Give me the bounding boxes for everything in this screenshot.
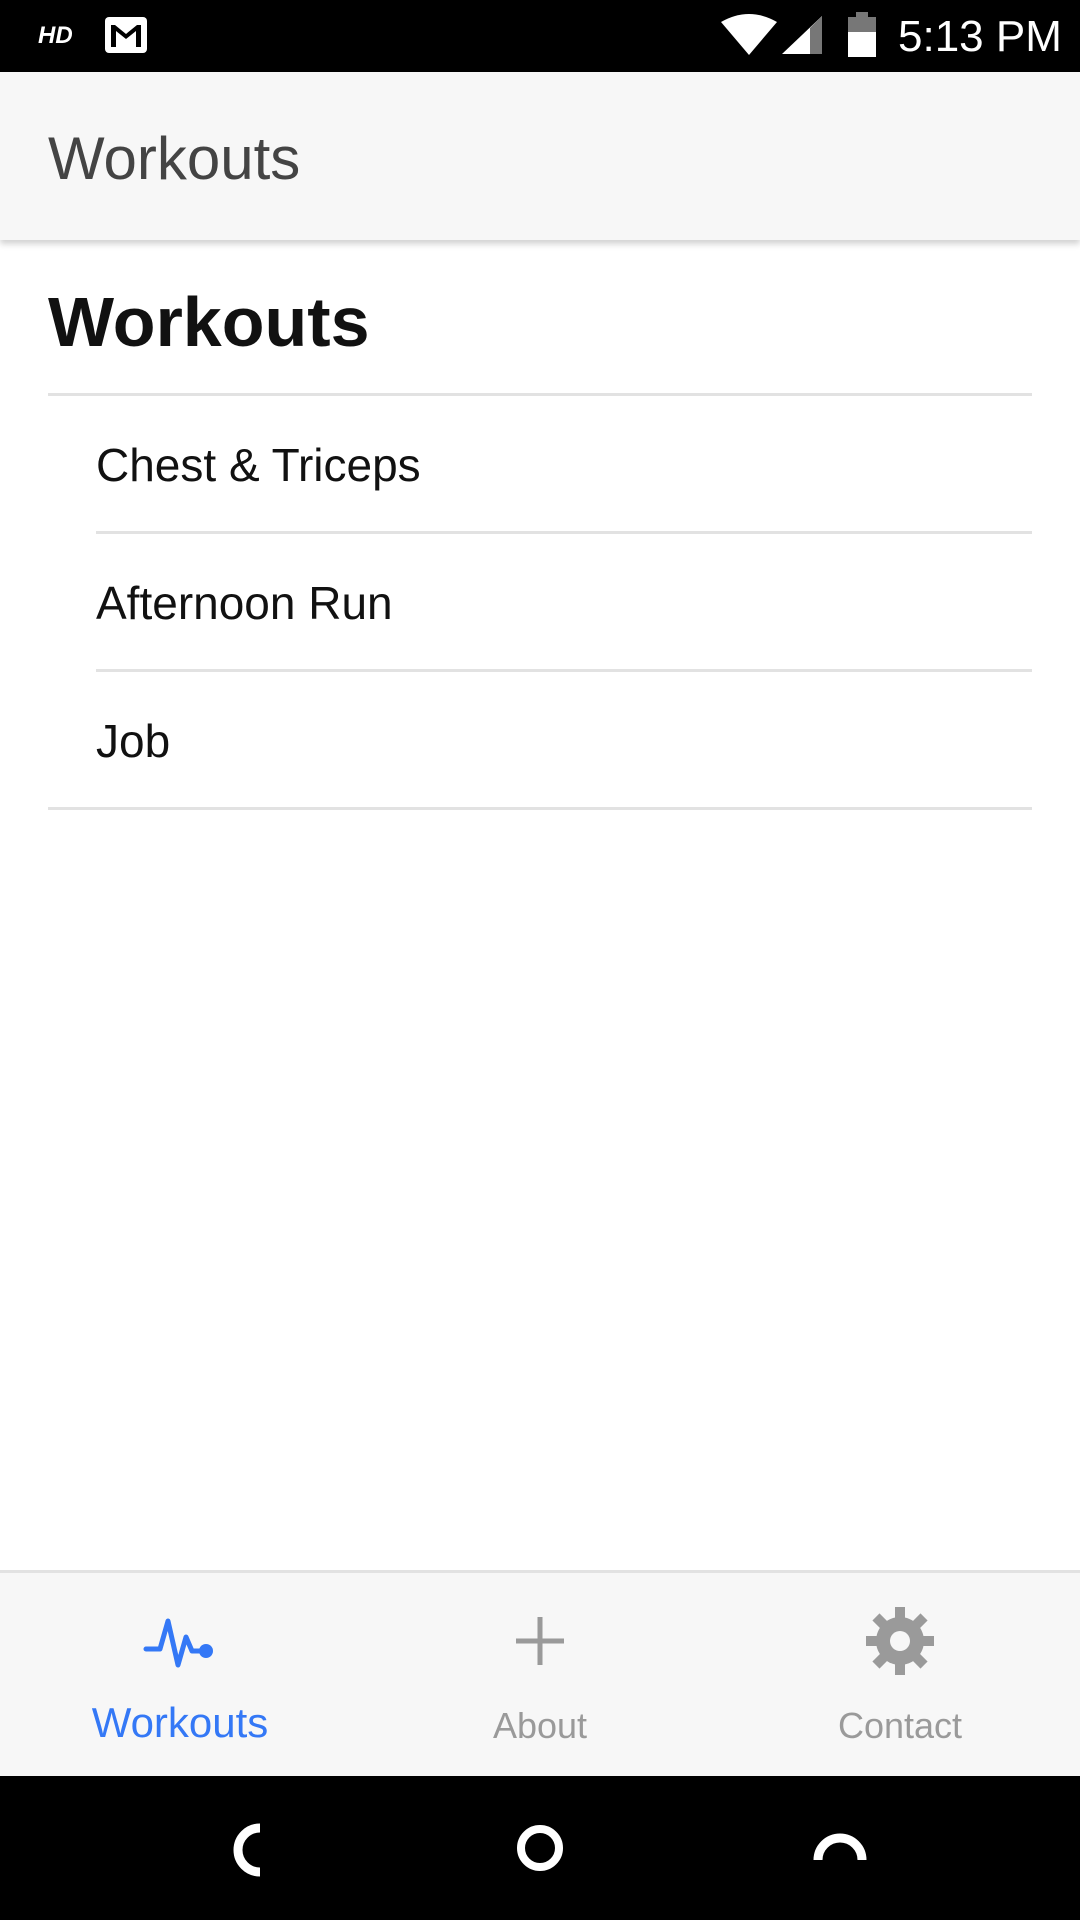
signal-icon bbox=[782, 16, 822, 54]
tab-label: About bbox=[492, 1705, 588, 1746]
bottom-tab-bar: Workouts About Contact bbox=[0, 1570, 1080, 1776]
recents-icon[interactable] bbox=[810, 1820, 870, 1880]
tab-label: Workouts bbox=[91, 1699, 269, 1746]
battery-icon bbox=[848, 12, 876, 57]
tab-about[interactable]: About bbox=[360, 1573, 720, 1776]
home-icon[interactable] bbox=[510, 1818, 570, 1878]
wifi-icon bbox=[721, 14, 777, 55]
tab-contact[interactable]: Contact bbox=[720, 1573, 1080, 1776]
list-item-label: Job bbox=[96, 715, 171, 767]
list-item-job[interactable]: Job bbox=[0, 672, 1080, 810]
main-content: Workouts Chest & Triceps Afternoon Run J… bbox=[0, 240, 1080, 1570]
system-nav-bar bbox=[0, 1776, 1080, 1920]
status-bar: HD 5:13 PM bbox=[0, 0, 1080, 72]
tab-workouts[interactable]: Workouts bbox=[0, 1573, 360, 1776]
tab-label: Contact bbox=[837, 1705, 963, 1746]
back-icon[interactable] bbox=[222, 1820, 282, 1880]
status-time: 5:13 PM bbox=[898, 12, 1062, 61]
section-title: Workouts bbox=[48, 283, 370, 361]
plus-icon bbox=[516, 1617, 564, 1665]
header-title: Workouts bbox=[48, 125, 301, 192]
divider bbox=[48, 807, 1032, 810]
list-item-label: Chest & Triceps bbox=[96, 439, 421, 491]
list-item-label: Afternoon Run bbox=[96, 577, 393, 629]
pulse-icon bbox=[143, 1618, 213, 1668]
list-item-afternoon-run[interactable]: Afternoon Run bbox=[0, 534, 1080, 672]
app-screen: HD 5:13 PM Workouts Workouts Chest & Tri… bbox=[0, 0, 1080, 1920]
app-header: Workouts bbox=[0, 72, 1080, 240]
gmail-icon bbox=[105, 17, 147, 53]
hd-icon: HD bbox=[38, 22, 73, 49]
list-item-chest-triceps[interactable]: Chest & Triceps bbox=[0, 396, 1080, 534]
gear-icon bbox=[866, 1607, 934, 1675]
workout-list: Chest & Triceps Afternoon Run Job bbox=[0, 396, 1080, 810]
